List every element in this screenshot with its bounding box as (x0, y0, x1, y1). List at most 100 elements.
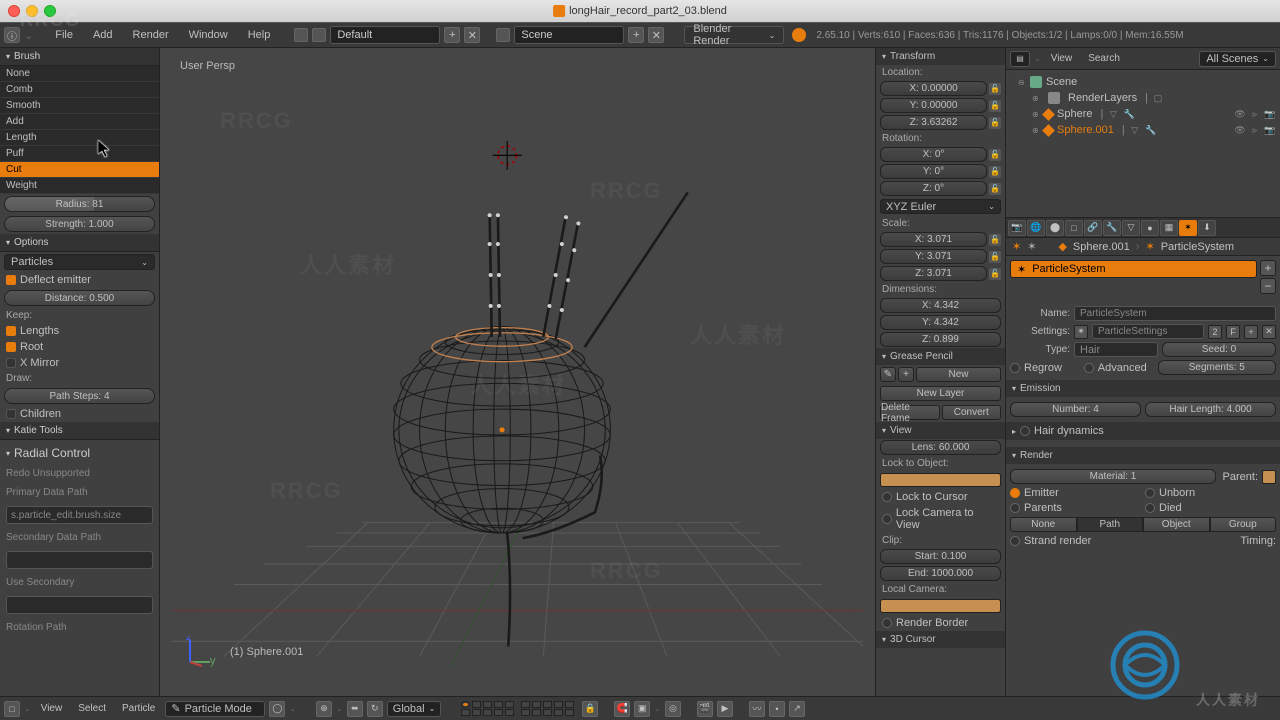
select-tip-icon[interactable]: ↗ (789, 701, 805, 717)
radial-control-header[interactable]: Radial Control (6, 446, 153, 460)
add-layout-button[interactable]: + (444, 27, 460, 43)
ps-settings-field[interactable]: ParticleSettings (1092, 324, 1204, 339)
tab-scene[interactable]: 🌐 (1027, 220, 1045, 236)
add-scene-button[interactable]: + (628, 27, 644, 43)
opengl-anim-icon[interactable]: ▶ (717, 701, 733, 717)
layout-prev-button[interactable] (294, 28, 308, 42)
particle-menu[interactable]: Particle (116, 703, 161, 714)
view-menu[interactable]: View (35, 703, 69, 714)
brush-length[interactable]: Length (0, 130, 159, 146)
camera-icon[interactable]: 📷 (1264, 124, 1276, 136)
brush-puff[interactable]: Puff (0, 146, 159, 162)
select-menu[interactable]: Select (72, 703, 112, 714)
gp-add-icon[interactable]: + (898, 367, 914, 382)
lock-object-field[interactable] (880, 473, 1001, 487)
scene-browse-button[interactable] (496, 28, 510, 42)
layout-next-button[interactable] (312, 28, 326, 42)
delete-layout-button[interactable]: ✕ (464, 27, 480, 43)
lock-icon[interactable]: 🔓 (989, 183, 1001, 195)
outliner-search-menu[interactable]: Search (1082, 53, 1126, 64)
particle-system-slot[interactable]: ✶ParticleSystem (1010, 260, 1257, 278)
dim-y-field[interactable]: Y: 4.342 (880, 315, 1001, 330)
rotation-mode-selector[interactable]: XYZ Euler⌄ (880, 199, 1001, 214)
add-particle-system-button[interactable]: + (1260, 260, 1276, 276)
lock-icon[interactable]: 🔓 (989, 166, 1001, 178)
brush-add[interactable]: Add (0, 114, 159, 130)
brush-none[interactable]: None (0, 66, 159, 82)
lock-camera-checkbox[interactable] (882, 514, 892, 524)
tab-object[interactable]: □ (1065, 220, 1083, 236)
eye-icon[interactable]: 👁 (1234, 108, 1246, 120)
menu-add[interactable]: Add (85, 27, 121, 43)
menu-render[interactable]: Render (125, 27, 177, 43)
render-object-button[interactable]: Object (1143, 517, 1210, 532)
ps-seed-field[interactable]: Seed: 0 (1162, 342, 1276, 357)
lock-icon[interactable]: 🔓 (989, 117, 1001, 129)
gp-draw-icon[interactable]: ✎ (880, 367, 896, 382)
outliner-filter-selector[interactable]: All Scenes⌄ (1199, 51, 1276, 67)
tab-world[interactable]: ⬤ (1046, 220, 1064, 236)
render-border-checkbox[interactable] (882, 618, 892, 628)
grease-pencil-header[interactable]: Grease Pencil (876, 348, 1005, 365)
brush-smooth[interactable]: Smooth (0, 98, 159, 114)
render-engine-selector[interactable]: Blender Render⌄ (684, 26, 784, 44)
cursor-icon[interactable]: ▹ (1249, 124, 1261, 136)
primary-data-path-field[interactable]: s.particle_edit.brush.size (6, 506, 153, 524)
scale-y-field[interactable]: Y: 3.071 (880, 249, 987, 264)
settings-unlink-button[interactable]: ✕ (1262, 325, 1276, 339)
rotation-z-field[interactable]: Z: 0° (880, 181, 987, 196)
lock-icon[interactable]: 🔓 (989, 83, 1001, 95)
pivot-icon[interactable]: ⊕ (316, 701, 332, 717)
outliner-sphere001-item[interactable]: ⊕ Sphere.001 | ▽ 🔧 👁 ▹ 📷 (1010, 122, 1276, 138)
render-group-button[interactable]: Group (1210, 517, 1277, 532)
manipulator-icon[interactable]: ⬌ (347, 701, 363, 717)
screen-layout-selector[interactable]: Default (330, 26, 440, 44)
tab-modifiers[interactable]: 🔧 (1103, 220, 1121, 236)
died-checkbox[interactable] (1145, 503, 1155, 513)
transform-panel-header[interactable]: Transform (876, 48, 1005, 65)
dim-x-field[interactable]: X: 4.342 (880, 298, 1001, 313)
cursor-icon[interactable]: ▹ (1249, 108, 1261, 120)
3d-view-editor-icon[interactable]: □ (4, 701, 20, 717)
emitter-checkbox[interactable] (1010, 488, 1020, 498)
path-steps-slider[interactable]: Path Steps: 4 (4, 388, 155, 404)
emitter-distance-slider[interactable]: Distance: 0.500 (4, 290, 155, 306)
outliner-renderlayers-item[interactable]: ⊕ RenderLayers | ▢ (1010, 90, 1276, 106)
keep-lengths-checkbox[interactable] (6, 326, 16, 336)
remove-particle-system-button[interactable]: − (1260, 278, 1276, 294)
settings-browse-icon[interactable]: ✶ (1074, 325, 1088, 339)
options-panel-header[interactable]: Options (0, 234, 159, 252)
clip-end-field[interactable]: End: 1000.000 (880, 566, 1001, 581)
select-path-icon[interactable]: 〰 (749, 701, 765, 717)
tab-physics[interactable]: ⬇ (1198, 220, 1216, 236)
camera-icon[interactable]: 📷 (1264, 108, 1276, 120)
brush-panel-header[interactable]: Brush (0, 48, 159, 66)
render-path-button[interactable]: Path (1077, 517, 1144, 532)
ps-name-field[interactable]: ParticleSystem (1074, 306, 1276, 321)
advanced-checkbox[interactable] (1084, 363, 1094, 373)
tab-data[interactable]: ▽ (1122, 220, 1140, 236)
brush-strength-slider[interactable]: Strength: 1.000 (4, 216, 155, 232)
opengl-render-icon[interactable]: 🎬 (697, 701, 713, 717)
keep-root-checkbox[interactable] (6, 342, 16, 352)
scale-z-field[interactable]: Z: 3.071 (880, 266, 987, 281)
menu-help[interactable]: Help (240, 27, 279, 43)
outliner-scene-item[interactable]: ⊖ Scene (1010, 74, 1276, 90)
lock-icon[interactable]: 🔓 (989, 149, 1001, 161)
tab-texture[interactable]: ▦ (1160, 220, 1178, 236)
x-mirror-checkbox[interactable] (6, 358, 16, 368)
snap-element-icon[interactable]: ▣ (634, 701, 650, 717)
location-x-field[interactable]: X: 0.00000 (880, 81, 987, 96)
view-panel-header[interactable]: View (876, 422, 1005, 439)
lock-icon[interactable]: 🔓 (989, 251, 1001, 263)
gp-new-button[interactable]: New (916, 367, 1001, 382)
gp-new-layer-button[interactable]: New Layer (880, 386, 1001, 401)
strand-render-checkbox[interactable] (1010, 536, 1020, 546)
particles-selector[interactable]: Particles⌄ (4, 254, 155, 270)
hair-dynamics-checkbox[interactable] (1020, 426, 1030, 436)
render-none-button[interactable]: None (1010, 517, 1077, 532)
gp-delete-frame-button[interactable]: Delete Frame (880, 405, 940, 420)
regrow-checkbox[interactable] (1010, 363, 1020, 373)
tab-material[interactable]: ● (1141, 220, 1159, 236)
info-editor-icon[interactable]: ⓘ (4, 27, 20, 43)
